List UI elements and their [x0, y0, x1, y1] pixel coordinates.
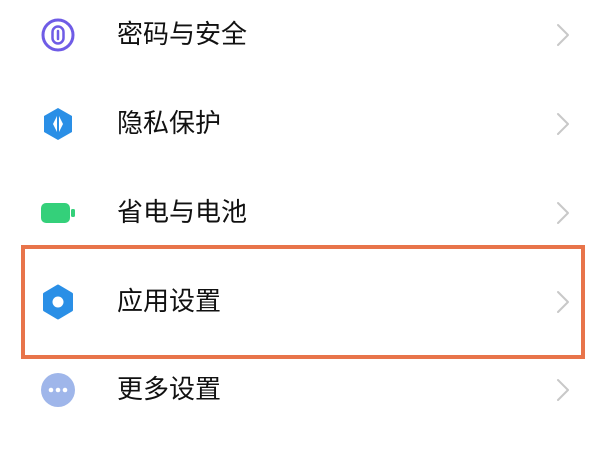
settings-item-label: 省电与电池 — [117, 198, 248, 228]
chevron-right-icon — [556, 290, 570, 314]
settings-item-more[interactable]: 更多设置 — [0, 355, 600, 425]
more-dots-icon — [40, 372, 76, 408]
settings-item-label: 更多设置 — [117, 375, 222, 405]
chevron-right-icon — [556, 378, 570, 402]
gear-icon — [40, 284, 76, 320]
chevron-right-icon — [556, 23, 570, 47]
fingerprint-icon — [40, 17, 76, 53]
settings-list: 密码与安全 隐私保护 省电与电池 应用设置 更多设置 — [0, 0, 600, 450]
settings-item-label: 密码与安全 — [117, 20, 248, 50]
settings-item-label: 应用设置 — [117, 287, 222, 317]
battery-icon — [40, 195, 76, 231]
settings-item-password-security[interactable]: 密码与安全 — [0, 0, 600, 70]
chevron-right-icon — [556, 112, 570, 136]
privacy-shield-icon — [40, 106, 76, 142]
settings-item-app-settings[interactable]: 应用设置 — [0, 267, 600, 337]
settings-item-privacy[interactable]: 隐私保护 — [0, 89, 600, 159]
chevron-right-icon — [556, 201, 570, 225]
settings-item-battery[interactable]: 省电与电池 — [0, 178, 600, 248]
settings-item-label: 隐私保护 — [117, 109, 222, 139]
